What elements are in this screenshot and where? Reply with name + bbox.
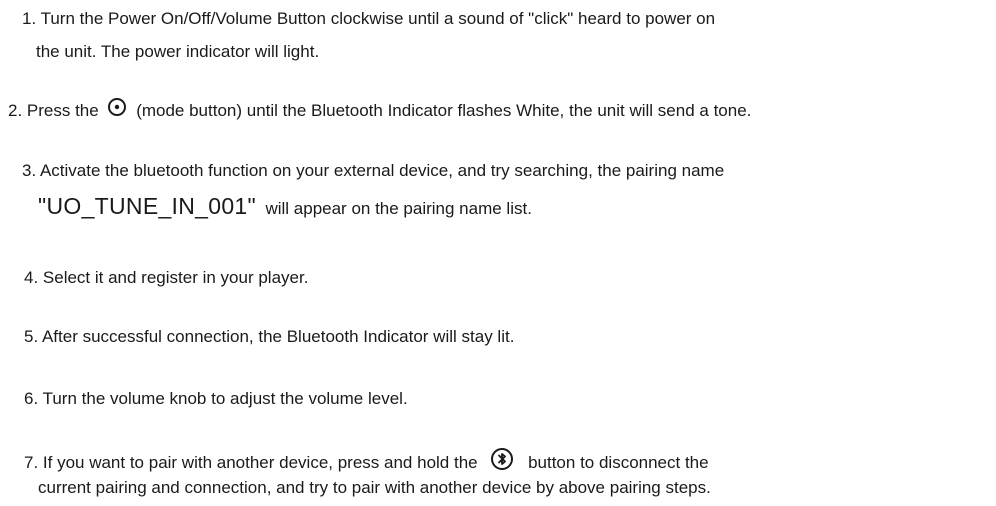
step-7-text-before: 7. If you want to pair with another devi… bbox=[24, 452, 478, 472]
step-3-line-2-rest: will appear on the pairing name list. bbox=[265, 199, 532, 218]
step-6: 6. Turn the volume knob to adjust the vo… bbox=[24, 389, 408, 408]
step-7-text-after: button to disconnect the bbox=[528, 452, 709, 472]
step-4: 4. Select it and register in your player… bbox=[24, 268, 309, 287]
pairing-name: "UO_TUNE_IN_001" bbox=[38, 193, 256, 219]
mode-button-icon bbox=[107, 97, 127, 122]
step-5: 5. After successful connection, the Blue… bbox=[24, 327, 515, 346]
step-1-line-1: 1. Turn the Power On/Off/Volume Button c… bbox=[22, 9, 716, 28]
step-7-line-1: 7. If you want to pair with another devi… bbox=[24, 447, 709, 478]
step-7-line-2: current pairing and connection, and try … bbox=[38, 478, 711, 497]
step-3-line-2: "UO_TUNE_IN_001" will appear on the pair… bbox=[38, 193, 532, 222]
step-3-line-1: 3. Activate the bluetooth function on yo… bbox=[22, 161, 725, 180]
bluetooth-button-icon bbox=[490, 447, 514, 476]
step-2: 2. Press the (mode button) until the Blu… bbox=[8, 97, 752, 124]
step-1-line-2: the unit. The power indicator will light… bbox=[36, 42, 320, 61]
step-2-text-after: (mode button) until the Bluetooth Indica… bbox=[136, 100, 752, 120]
step-2-text-before: 2. Press the bbox=[8, 100, 99, 120]
